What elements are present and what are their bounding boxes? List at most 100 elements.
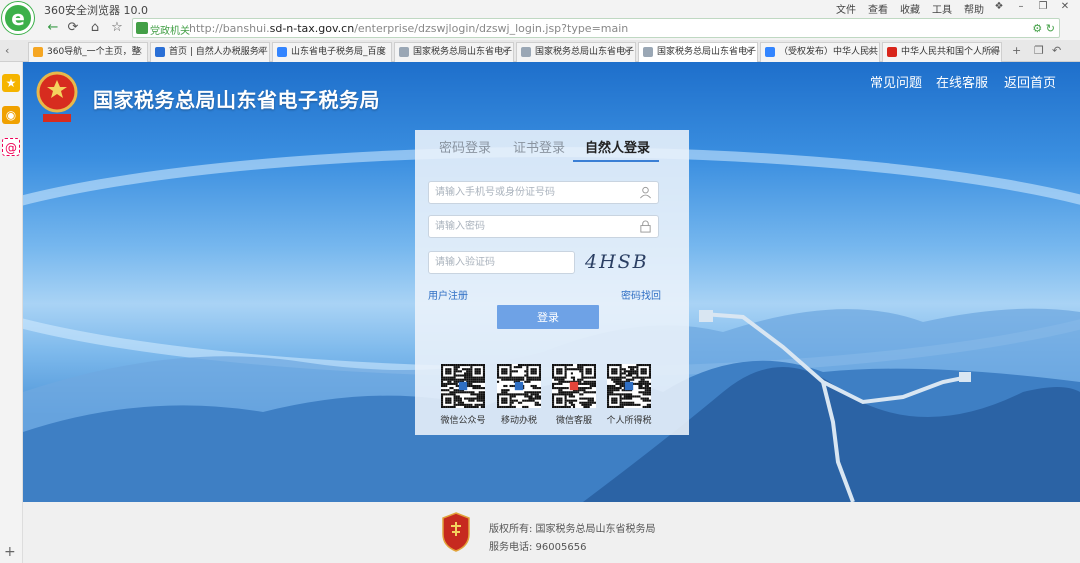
menu-help[interactable]: 帮助 xyxy=(964,1,984,16)
qr-code-item[interactable]: 微信公众号 xyxy=(438,364,488,426)
undo-close-icon[interactable]: ↶ xyxy=(1052,44,1061,57)
browser-tab[interactable]: 国家税务总局山东省电子 × xyxy=(394,42,514,62)
id-input[interactable] xyxy=(429,182,658,203)
url-text[interactable]: http://banshui.sd-n-tax.gov.cn/enterpris… xyxy=(189,22,628,35)
tab-label: （受权发布）中华人民共 xyxy=(779,47,879,57)
tab-close-icon[interactable]: × xyxy=(867,43,875,61)
tab-natural-person-login[interactable]: 自然人登录 xyxy=(585,137,650,156)
nav-online-service-link[interactable]: 在线客服 xyxy=(936,72,988,91)
weibo-icon[interactable]: ◉ xyxy=(2,106,20,124)
tab-label: 国家税务总局山东省电子 xyxy=(657,47,757,57)
tab-label: 国家税务总局山东省电子 xyxy=(535,47,635,57)
qr-code-icon xyxy=(552,364,596,408)
tab-close-icon[interactable]: × xyxy=(379,43,387,61)
national-emblem-icon xyxy=(36,71,78,122)
tax-badge-icon xyxy=(442,512,470,552)
qr-code-icon xyxy=(497,364,541,408)
gov-site-icon xyxy=(136,22,148,34)
qr-code-label: 个人所得税 xyxy=(606,416,652,426)
tab-favicon-icon xyxy=(277,47,287,57)
qr-code-item[interactable]: 微信客服 xyxy=(549,364,599,426)
nav-faq-link[interactable]: 常见问题 xyxy=(870,72,922,91)
menu-tools[interactable]: 工具 xyxy=(932,1,952,16)
password-input[interactable] xyxy=(429,216,658,237)
menu-file[interactable]: 文件 xyxy=(836,1,856,16)
tab-close-icon[interactable]: × xyxy=(135,43,143,61)
address-bar: ← ⟳ ⌂ ☆ 党政机关 http://banshui.sd-n-tax.gov… xyxy=(0,16,1080,40)
qr-code-icon xyxy=(441,364,485,408)
tab-label: 首页 | 自然人办税服务平 xyxy=(169,47,268,57)
footer: 版权所有: 国家税务总局山东省税务局 服务电话: 96005656 xyxy=(23,502,1080,563)
minimize-button[interactable]: – xyxy=(1010,0,1032,14)
browser-tab[interactable]: 360导航_一个主页，整 × xyxy=(28,42,148,62)
captcha-input[interactable] xyxy=(429,252,574,273)
browser-tab[interactable]: 山东省电子税务局_百度 × xyxy=(272,42,392,62)
tab-favicon-icon xyxy=(155,47,165,57)
tab-favicon-icon xyxy=(399,47,409,57)
close-window-button[interactable]: ✕ xyxy=(1054,0,1076,14)
nav-home-link[interactable]: 返回首页 xyxy=(1004,72,1056,91)
security-icon[interactable]: ⚙ ↻ xyxy=(1032,22,1055,35)
copyright-text: 版权所有: 国家税务总局山东省税务局 xyxy=(489,524,656,535)
browser-tab[interactable]: 国家税务总局山东省电子 × xyxy=(638,42,758,62)
skin-icon[interactable]: ❖ xyxy=(988,0,1010,14)
password-field[interactable] xyxy=(428,215,659,238)
site-title: 国家税务总局山东省电子税务局 xyxy=(93,88,380,112)
tab-favicon-icon xyxy=(643,47,653,57)
user-icon xyxy=(640,186,651,199)
tab-close-icon[interactable]: × xyxy=(745,43,753,61)
new-tab-icon[interactable]: + xyxy=(1012,44,1021,57)
browser-tab[interactable]: （受权发布）中华人民共 × xyxy=(760,42,880,62)
left-sidebar: ★ ◉ @ + xyxy=(0,62,23,563)
tab-scroll-left-icon[interactable]: ‹ xyxy=(5,44,9,57)
back-icon[interactable]: ← xyxy=(44,19,62,37)
add-sidebar-icon[interactable]: + xyxy=(4,544,16,560)
tab-password-login[interactable]: 密码登录 xyxy=(439,137,491,156)
tab-certificate-login[interactable]: 证书登录 xyxy=(513,137,565,156)
menu-favorites[interactable]: 收藏 xyxy=(900,1,920,16)
tab-favicon-icon xyxy=(33,47,43,57)
tab-close-icon[interactable]: × xyxy=(257,43,265,61)
tab-label: 山东省电子税务局_百度 xyxy=(291,47,386,57)
favorite-star-icon[interactable]: ☆ xyxy=(108,19,126,37)
qr-code-icon xyxy=(607,364,651,408)
tab-close-icon[interactable]: × xyxy=(989,43,997,61)
login-button[interactable]: 登录 xyxy=(497,305,599,329)
qr-code-item[interactable]: 移动办税 xyxy=(494,364,544,426)
login-panel: 密码登录 证书登录 自然人登录 4HSB 用户注册 密码找回 登录 微信公众号 移… xyxy=(415,130,689,435)
url-field[interactable]: 党政机关 http://banshui.sd-n-tax.gov.cn/ente… xyxy=(132,18,1060,38)
browser-logo-icon[interactable]: e xyxy=(2,2,34,34)
tab-close-icon[interactable]: × xyxy=(623,43,631,61)
recover-password-link[interactable]: 密码找回 xyxy=(621,287,661,302)
captcha-field[interactable] xyxy=(428,251,575,274)
tab-label: 360导航_一个主页，整 xyxy=(47,47,141,57)
browser-menu: 文件 查看 收藏 工具 帮助 xyxy=(836,1,984,16)
maximize-button[interactable]: ❐ xyxy=(1032,0,1054,14)
qr-code-item[interactable]: 个人所得税 xyxy=(604,364,654,426)
tab-label: 中华人民共和国个人所得 xyxy=(901,47,1001,57)
register-link[interactable]: 用户注册 xyxy=(428,287,468,302)
browser-tab[interactable]: 首页 | 自然人办税服务平 × xyxy=(150,42,270,62)
page-content: 国家税务总局山东省电子税务局 常见问题 在线客服 返回首页 密码登录 证书登录 … xyxy=(23,62,1080,563)
menu-view[interactable]: 查看 xyxy=(868,1,888,16)
lock-icon xyxy=(640,220,651,233)
qr-code-label: 微信公众号 xyxy=(440,416,486,426)
active-tab-indicator xyxy=(573,160,659,162)
service-phone-text: 服务电话: 96005656 xyxy=(489,542,587,553)
captcha-image[interactable]: 4HSB xyxy=(585,251,651,277)
browser-tab[interactable]: 中华人民共和国个人所得 × xyxy=(882,42,1002,62)
favorites-star-icon[interactable]: ★ xyxy=(2,74,20,92)
tab-list-icon[interactable]: ❐ xyxy=(1034,44,1044,57)
home-icon[interactable]: ⌂ xyxy=(86,19,104,37)
id-field[interactable] xyxy=(428,181,659,204)
site-badge: 党政机关 xyxy=(150,26,190,37)
window-controls: ❖ – ❐ ✕ xyxy=(988,0,1076,14)
browser-tab[interactable]: 国家税务总局山东省电子 × xyxy=(516,42,636,62)
browser-titlebar: 360安全浏览器 10.0 文件 查看 收藏 工具 帮助 ❖ – ❐ ✕ xyxy=(0,0,1080,17)
tab-close-icon[interactable]: × xyxy=(501,43,509,61)
tab-favicon-icon xyxy=(887,47,897,57)
qr-code-label: 移动办税 xyxy=(500,416,537,426)
refresh-icon[interactable]: ⟳ xyxy=(64,19,82,37)
mail-icon[interactable]: @ xyxy=(2,138,20,156)
qr-code-label: 微信客服 xyxy=(555,416,592,426)
